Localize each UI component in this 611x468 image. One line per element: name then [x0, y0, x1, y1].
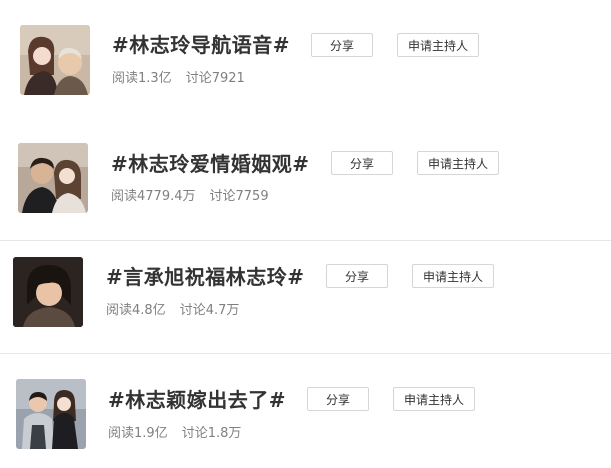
topic-title[interactable]: #言承旭祝福林志玲#: [106, 265, 305, 289]
apply-host-button[interactable]: 申请主持人: [393, 387, 475, 411]
topic-title[interactable]: #林志玲导航语音#: [112, 33, 290, 57]
topic-thumbnail[interactable]: [18, 143, 88, 213]
read-count: 阅读1.9亿: [108, 426, 168, 441]
topic-stats: 阅读1.9亿 讨论1.8万: [108, 426, 241, 442]
apply-host-button[interactable]: 申请主持人: [397, 33, 479, 57]
photo-two-people-icon: [20, 25, 90, 95]
photo-couple-icon: [18, 143, 88, 213]
divider: [0, 240, 611, 241]
discussion-count: 讨论7759: [209, 189, 269, 204]
topic-stats: 阅读1.3亿 讨论7921: [112, 71, 245, 87]
share-button[interactable]: 分享: [311, 33, 373, 57]
share-button[interactable]: 分享: [331, 151, 393, 175]
apply-host-button[interactable]: 申请主持人: [412, 264, 494, 288]
topic-thumbnail[interactable]: [20, 25, 90, 95]
divider: [0, 353, 611, 354]
read-count: 阅读1.3亿: [112, 71, 172, 86]
topic-stats: 阅读4.8亿 讨论4.7万: [106, 303, 239, 319]
photo-two-people-icon: [16, 379, 86, 449]
topic-title[interactable]: #林志颖嫁出去了#: [108, 388, 286, 412]
share-button[interactable]: 分享: [326, 264, 388, 288]
discussion-count: 讨论1.8万: [181, 426, 242, 441]
share-button[interactable]: 分享: [307, 387, 369, 411]
topic-thumbnail[interactable]: [16, 379, 86, 449]
photo-man-icon: [13, 257, 83, 327]
discussion-count: 讨论7921: [185, 71, 245, 86]
topic-thumbnail[interactable]: [13, 257, 83, 327]
read-count: 阅读4.8亿: [106, 303, 166, 318]
topic-stats: 阅读4779.4万 讨论7759: [111, 189, 269, 205]
discussion-count: 讨论4.7万: [179, 303, 240, 318]
apply-host-button[interactable]: 申请主持人: [417, 151, 499, 175]
topic-title[interactable]: #林志玲爱情婚姻观#: [111, 152, 310, 176]
read-count: 阅读4779.4万: [111, 189, 196, 204]
